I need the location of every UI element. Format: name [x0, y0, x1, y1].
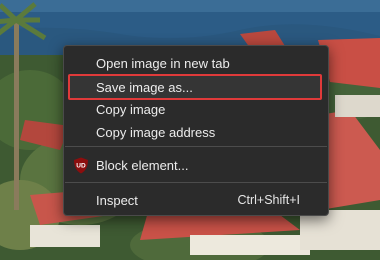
menu-item-block-element[interactable]: UD Block element... [64, 154, 328, 177]
menu-item-label: Copy image address [96, 125, 216, 140]
menu-item-label: Inspect [96, 193, 138, 208]
menu-separator [65, 182, 327, 183]
menu-item-label: Open image in new tab [96, 56, 230, 71]
menu-item-copy-image-address[interactable]: Copy image address [64, 121, 328, 144]
menu-item-label: Save image as... [96, 80, 193, 95]
menu-item-shortcut: Ctrl+Shift+I [237, 193, 300, 207]
svg-text:UD: UD [76, 163, 86, 170]
menu-item-open-image-new-tab[interactable]: Open image in new tab [64, 52, 328, 75]
ublock-origin-icon: UD [74, 157, 88, 174]
menu-item-copy-image[interactable]: Copy image [64, 98, 328, 121]
context-menu: Open image in new tab Save image as... C… [63, 45, 329, 216]
menu-item-label: Copy image [96, 102, 166, 117]
menu-item-inspect[interactable]: Inspect Ctrl+Shift+I [64, 189, 328, 212]
menu-item-save-image-as[interactable]: Save image as... [64, 76, 328, 99]
menu-item-label: Block element... [96, 158, 189, 173]
menu-separator [65, 146, 327, 147]
